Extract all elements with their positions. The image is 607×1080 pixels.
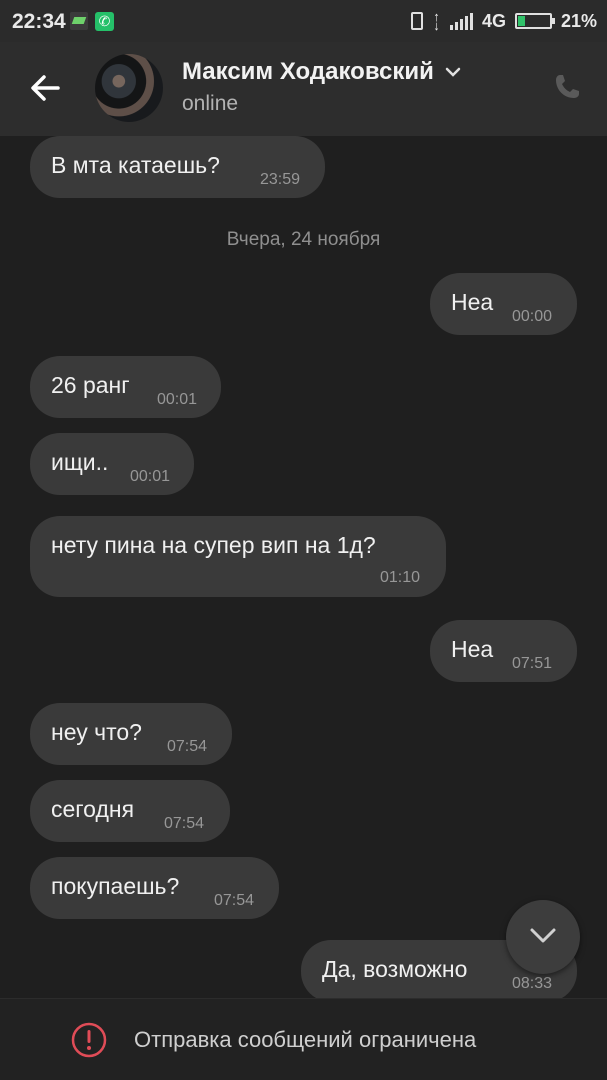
message-time: 01:10 bbox=[380, 569, 421, 586]
message-text: Неа bbox=[451, 636, 494, 662]
network-type: 4G bbox=[481, 10, 506, 31]
chat-header: Максим Ходаковский online bbox=[0, 42, 607, 136]
message-text: В мта катаешь? bbox=[51, 152, 220, 178]
message-incoming[interactable]: сегодня 07:54 bbox=[30, 780, 230, 842]
notification-app-icon bbox=[70, 12, 88, 30]
avatar[interactable] bbox=[95, 54, 163, 122]
restriction-bar: Отправка сообщений ограничена bbox=[0, 998, 607, 1080]
message-text: Неа bbox=[451, 289, 494, 315]
message-text: сегодня bbox=[51, 796, 135, 822]
back-button[interactable] bbox=[24, 68, 68, 108]
message-incoming[interactable]: 26 ранг 00:01 bbox=[30, 356, 221, 418]
message-time: 07:51 bbox=[512, 655, 553, 672]
battery-fill bbox=[517, 16, 525, 26]
message-incoming[interactable]: нету пина на супер вип на 1д? 01:10 bbox=[30, 516, 446, 597]
phone-call-icon: ✆ bbox=[95, 12, 114, 31]
restriction-text: Отправка сообщений ограничена bbox=[134, 1027, 477, 1052]
status-bar: 22:34 ✆ ↑ ↓ 4G 21% bbox=[0, 0, 607, 42]
message-text: покупаешь? bbox=[51, 873, 180, 899]
message-time: 07:54 bbox=[164, 815, 205, 832]
battery-percent: 21% bbox=[560, 10, 597, 31]
battery-icon bbox=[514, 13, 555, 29]
message-time: 00:00 bbox=[512, 308, 553, 325]
contact-name: Максим Ходаковский bbox=[182, 58, 434, 85]
back-arrow-icon bbox=[31, 75, 60, 101]
status-time: 22:34 bbox=[12, 10, 66, 33]
message-text: 26 ранг bbox=[51, 372, 130, 398]
message-time: 23:59 bbox=[260, 171, 301, 188]
message-time: 00:01 bbox=[157, 391, 198, 408]
message-time: 00:01 bbox=[130, 468, 171, 485]
message-incoming[interactable]: В мта катаешь? 23:59 bbox=[30, 136, 325, 198]
signal-icon bbox=[449, 12, 473, 30]
vibrate-icon bbox=[410, 12, 423, 30]
warning-icon bbox=[71, 1022, 107, 1058]
message-time: 07:54 bbox=[167, 738, 208, 755]
chevron-down-icon bbox=[530, 928, 556, 943]
message-text: нету пина на супер вип на 1д? bbox=[51, 532, 376, 558]
message-time: 07:54 bbox=[214, 892, 255, 909]
message-list[interactable]: В мта катаешь? 23:59 Вчера, 24 ноября Не… bbox=[0, 136, 607, 998]
message-incoming[interactable]: ищи.. 00:01 bbox=[30, 433, 194, 495]
scroll-down-button[interactable] bbox=[506, 900, 580, 974]
message-text: неу что? bbox=[51, 719, 142, 745]
data-arrows-icon: ↑ ↓ bbox=[433, 9, 440, 33]
call-button[interactable] bbox=[552, 72, 582, 102]
contact-name-row[interactable]: Максим Ходаковский bbox=[182, 58, 462, 86]
message-text: ищи.. bbox=[51, 449, 109, 475]
message-incoming[interactable]: неу что? 07:54 bbox=[30, 703, 232, 765]
message-time: 08:33 bbox=[512, 975, 553, 992]
phone-icon bbox=[556, 75, 579, 98]
message-outgoing[interactable]: Неа 00:00 bbox=[430, 273, 577, 335]
presence-status: online bbox=[182, 92, 239, 115]
date-separator: Вчера, 24 ноября bbox=[226, 229, 381, 250]
status-indicators: ↑ ↓ 4G 21% bbox=[410, 9, 597, 33]
message-outgoing[interactable]: Неа 07:51 bbox=[430, 620, 577, 682]
message-text: Да, возможно bbox=[322, 956, 468, 982]
chevron-down-icon bbox=[445, 67, 461, 77]
message-incoming[interactable]: покупаешь? 07:54 bbox=[30, 857, 279, 919]
